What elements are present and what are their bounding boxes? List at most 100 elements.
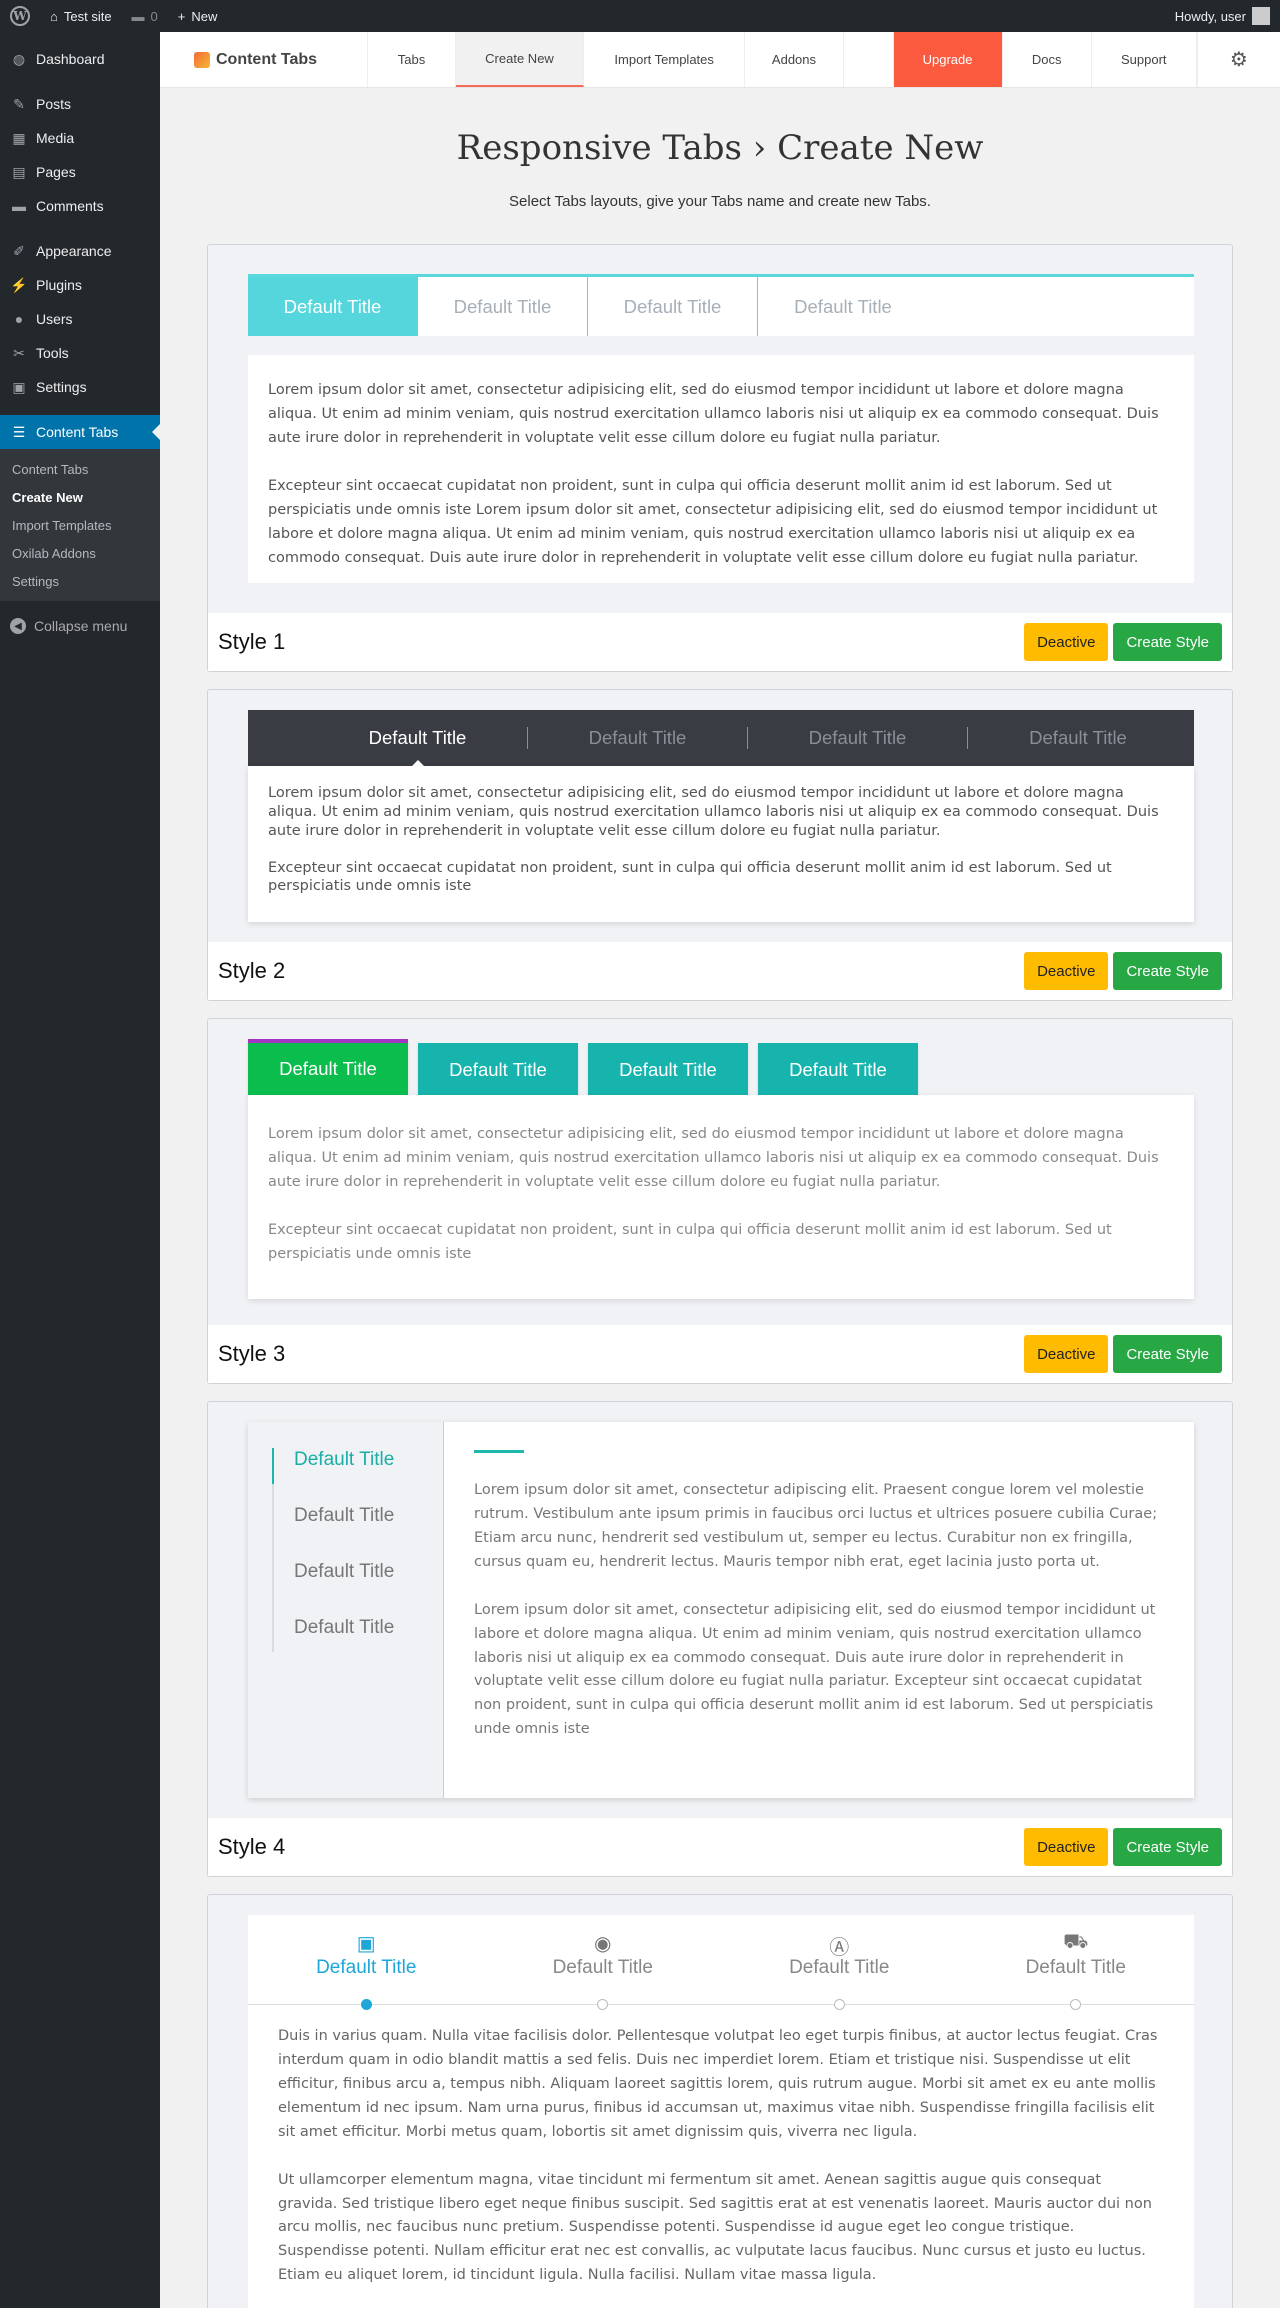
style4-tab[interactable]: Default Title (272, 1484, 402, 1540)
content-tabs-submenu: Content Tabs Create New Import Templates… (0, 449, 160, 601)
submenu-content-tabs[interactable]: Content Tabs (0, 455, 160, 483)
style4-tab[interactable]: Default Title (272, 1596, 402, 1652)
style1-tab[interactable]: Default Title (418, 277, 588, 336)
create-style-button[interactable]: Create Style (1113, 623, 1222, 661)
style3-tab[interactable]: Default Title (248, 1039, 408, 1095)
style-card-4: Default Title Default Title Default Titl… (207, 1401, 1233, 1877)
nav-tab-support[interactable]: Support (1092, 32, 1197, 87)
style4-tab[interactable]: Default Title (272, 1448, 402, 1484)
nav-tab-docs[interactable]: Docs (1003, 32, 1092, 87)
style4-vertical-tab-list: Default Title Default Title Default Titl… (248, 1422, 444, 1798)
style-card-footer: Style 1 Deactive Create Style (208, 613, 1232, 671)
sidebar-item-comments[interactable]: ▬ Comments (0, 189, 160, 223)
style3-tab[interactable]: Default Title (588, 1043, 748, 1097)
site-link[interactable]: ⌂ Test site (40, 0, 122, 32)
style5-tab[interactable]: ⛟ Default Title (958, 1915, 1195, 2010)
style5-tab[interactable]: ▣ Default Title (248, 1915, 485, 2010)
submenu-create-new[interactable]: Create New (0, 483, 160, 511)
collapse-menu-button[interactable]: ◀ Collapse menu (0, 609, 160, 643)
accent-bar (474, 1450, 524, 1453)
gear-icon: ⚙ (1229, 49, 1248, 71)
nav-tab-import-templates[interactable]: Import Templates (584, 32, 745, 87)
style3-tab-content: Lorem ipsum dolor sit amet, consectetur … (248, 1095, 1194, 1299)
account-menu[interactable]: Howdy, user (1165, 0, 1280, 32)
style3-tab[interactable]: Default Title (758, 1043, 918, 1097)
wp-logo-button[interactable]: W (0, 0, 40, 32)
deactive-button[interactable]: Deactive (1024, 1335, 1109, 1373)
tab-paragraph: Lorem ipsum dolor sit amet, consectetur … (268, 1126, 1159, 1190)
style-name: Style 2 (218, 958, 286, 983)
style2-tab-content: Lorem ipsum dolor sit amet, consectetur … (248, 766, 1194, 922)
sidebar-item-pages[interactable]: ▤ Pages (0, 155, 160, 189)
sidebar-item-settings[interactable]: ▣ Settings (0, 370, 160, 404)
github-icon: ◉ (594, 1933, 612, 1955)
tab-paragraph: Lorem ipsum dolor sit amet, consectetur … (268, 785, 1159, 839)
style4-tabs: Default Title Default Title Default Titl… (248, 1422, 1194, 1798)
deactive-button[interactable]: Deactive (1024, 952, 1109, 990)
style2-tab[interactable]: Default Title (748, 727, 968, 749)
comment-icon: ▬ (131, 8, 145, 24)
create-style-button[interactable]: Create Style (1113, 952, 1222, 990)
settings-gear-button[interactable]: ⚙ (1196, 32, 1280, 87)
sidebar-item-users[interactable]: ● Users (0, 302, 160, 336)
list-icon: ☰ (12, 423, 26, 440)
settings-icon: ▣ (12, 378, 26, 395)
nav-tab-addons[interactable]: Addons (745, 32, 845, 87)
tab-paragraph: Ut ullamcorper elementum magna, vitae ti… (278, 2171, 1152, 2284)
style-card-3: Default Title Default Title Default Titl… (207, 1018, 1233, 1384)
style5-tab[interactable]: Ⓐ Default Title (721, 1915, 958, 2010)
tab-indicator-dot (833, 1999, 845, 2010)
user-icon: ● (14, 311, 24, 327)
collapse-icon: ◀ (10, 618, 26, 634)
sidebar-item-media[interactable]: ▦ Media (0, 121, 160, 155)
style4-tab[interactable]: Default Title (272, 1540, 402, 1596)
create-style-button[interactable]: Create Style (1113, 1828, 1222, 1866)
home-icon: ⌂ (50, 8, 58, 24)
wordpress-icon: W (10, 6, 30, 26)
style2-tab[interactable]: Default Title (308, 727, 528, 769)
sidebar-item-appearance[interactable]: ✐ Appearance (0, 234, 160, 268)
media-icon: ▦ (12, 129, 26, 146)
page-title: Responsive Tabs › Create New (456, 128, 984, 168)
style2-tab[interactable]: Default Title (528, 727, 748, 749)
sidebar-item-tools[interactable]: ✂ Tools (0, 336, 160, 370)
tab-indicator-dot (360, 1999, 372, 2010)
comment-icon: ▬ (12, 198, 26, 214)
nav-tab-upgrade[interactable]: Upgrade (893, 32, 1003, 87)
submenu-settings[interactable]: Settings (0, 567, 160, 595)
plugin-icon: ⚡ (10, 276, 28, 293)
create-style-button[interactable]: Create Style (1113, 1335, 1222, 1373)
style1-tab[interactable]: Default Title (758, 277, 928, 336)
plugin-top-nav: Content Tabs Tabs Create New Import Temp… (160, 32, 1280, 88)
style2-tab-bar: Default Title Default Title Default Titl… (248, 710, 1194, 769)
nav-tab-tabs[interactable]: Tabs (368, 32, 456, 87)
main-content: Responsive Tabs › Create New Select Tabs… (160, 88, 1280, 2308)
sidebar-item-content-tabs[interactable]: ☰ Content Tabs (0, 415, 160, 449)
style3-tab[interactable]: Default Title (418, 1043, 578, 1097)
new-content-link[interactable]: + New (168, 0, 228, 32)
sidebar-item-posts[interactable]: ✎ Posts (0, 87, 160, 121)
submenu-oxilab-addons[interactable]: Oxilab Addons (0, 539, 160, 567)
pin-icon: ✎ (13, 95, 25, 112)
style2-tab[interactable]: Default Title (968, 727, 1188, 749)
style-name: Style 4 (218, 1834, 286, 1859)
admin-sidebar: ◍ Dashboard ✎ Posts ▦ Media ▤ Pages ▬ Comment… (0, 32, 160, 2308)
sidebar-item-plugins[interactable]: ⚡ Plugins (0, 268, 160, 302)
deactive-button[interactable]: Deactive (1024, 623, 1109, 661)
sidebar-item-dashboard[interactable]: ◍ Dashboard (0, 42, 160, 76)
deactive-button[interactable]: Deactive (1024, 1828, 1109, 1866)
style-card-1: Default Title Default Title Default Titl… (207, 244, 1233, 672)
nav-tab-create-new[interactable]: Create New (455, 32, 585, 87)
brand-logo[interactable]: Content Tabs (160, 32, 369, 87)
style1-tab[interactable]: Default Title (248, 277, 418, 336)
avatar (1252, 7, 1270, 25)
tab-paragraph: Lorem ipsum dolor sit amet, consectetur … (474, 1601, 1156, 1738)
style-card-2: Default Title Default Title Default Titl… (207, 689, 1233, 1001)
style-card-footer: Style 2 Deactive Create Style (208, 942, 1232, 1000)
page-icon: ▤ (12, 163, 26, 180)
style1-tab[interactable]: Default Title (588, 277, 758, 336)
submenu-import-templates[interactable]: Import Templates (0, 511, 160, 539)
style5-tab[interactable]: ◉ Default Title (485, 1915, 722, 2010)
style4-tab-content: Lorem ipsum dolor sit amet, consectetur … (444, 1422, 1194, 1798)
comments-link[interactable]: ▬ 0 (122, 0, 168, 32)
